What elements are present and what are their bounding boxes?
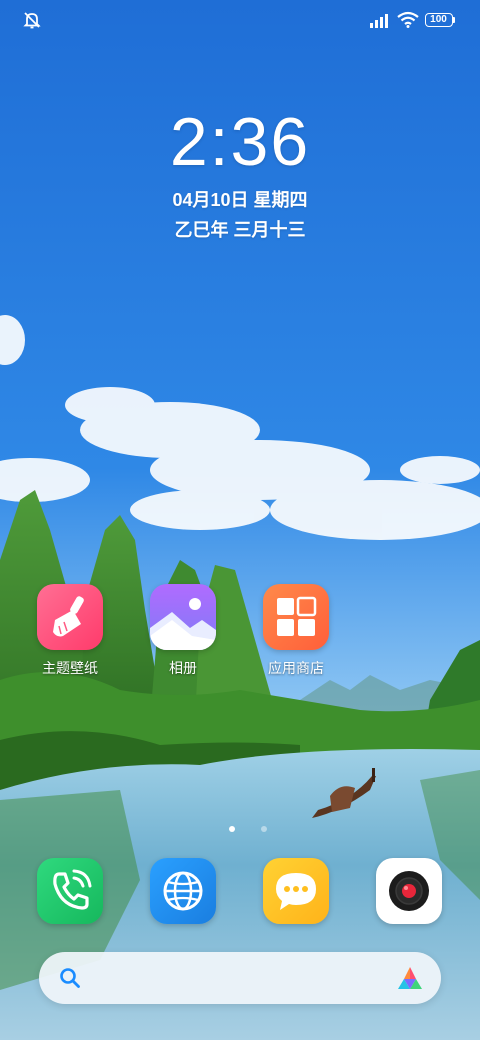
lunar-date-text: 乙巳年 三月十三 — [174, 220, 306, 240]
app-store[interactable]: 应用商店 — [251, 584, 341, 678]
status-bar: 100 — [0, 0, 480, 40]
browser-globe-icon[interactable] — [150, 858, 216, 924]
phone-icon[interactable] — [37, 858, 103, 924]
page-dot — [261, 826, 267, 832]
battery-tip — [453, 17, 455, 23]
mute-bell-icon — [23, 12, 41, 29]
app-label: 应用商店 — [268, 660, 324, 676]
search-input[interactable] — [99, 952, 373, 1006]
assistant-logo-icon[interactable] — [396, 964, 424, 992]
clock-time[interactable]: 2:36 — [0, 103, 480, 181]
battery-icon: 100 — [425, 13, 453, 27]
app-store-icon — [263, 584, 329, 650]
app-theme-wallpaper[interactable]: 主题壁纸 — [25, 584, 115, 678]
signal-icon — [370, 14, 388, 28]
search-icon[interactable] — [59, 967, 81, 989]
app-label: 相册 — [169, 660, 197, 676]
app-gallery[interactable]: 相册 — [138, 584, 228, 678]
camera-icon[interactable] — [376, 858, 442, 924]
battery-level: 100 — [430, 14, 447, 25]
messages-icon[interactable] — [263, 858, 329, 924]
page-dot-active — [229, 826, 235, 832]
app-label: 主题壁纸 — [42, 660, 98, 676]
wifi-icon — [397, 11, 419, 28]
date-text: 04月10日 星期四 — [172, 190, 308, 210]
search-bar[interactable] — [39, 952, 441, 1006]
gallery-icon — [150, 584, 216, 650]
theme-brush-icon — [37, 584, 103, 650]
page-indicator — [0, 826, 480, 834]
